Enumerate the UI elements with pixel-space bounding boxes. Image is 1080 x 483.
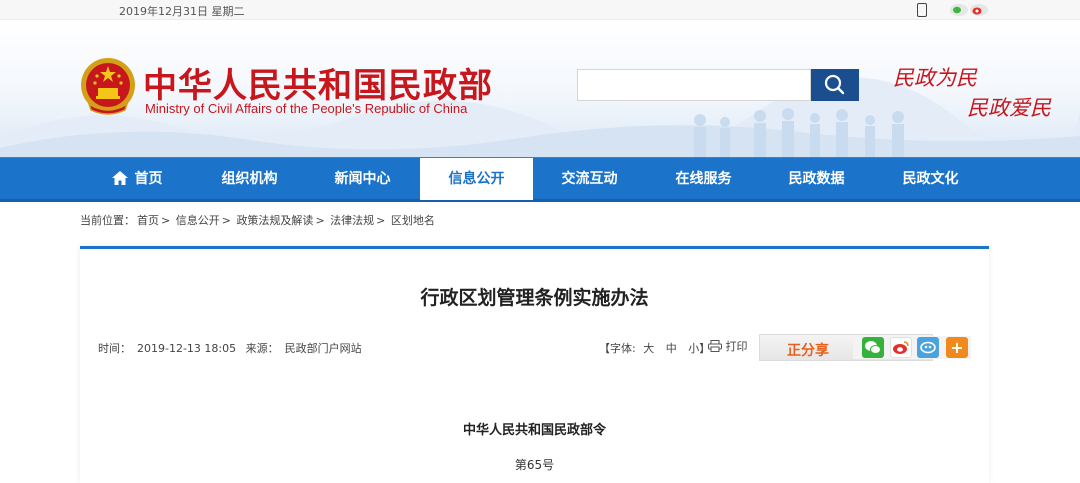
home-icon — [111, 171, 128, 185]
print-button[interactable]: 打印 — [708, 338, 748, 354]
source-label: 来源： — [245, 342, 279, 355]
nav-item-organization[interactable]: 组织机构 — [193, 158, 306, 200]
time-label: 时间： — [98, 342, 131, 355]
slogan-line-2: 民政爱民 — [967, 96, 1051, 120]
nav-item-online-service[interactable]: 在线服务 — [647, 158, 760, 200]
search-input[interactable] — [577, 69, 811, 101]
order-title: 中华人民共和国民政部令 — [462, 423, 606, 438]
slogan-line-1: 民政为民 — [893, 66, 977, 90]
font-size-small[interactable]: 小】 — [688, 342, 710, 355]
breadcrumb-home[interactable]: 首页 — [137, 214, 159, 227]
breadcrumb-policy[interactable]: 政策法规及解读 — [236, 214, 313, 227]
national-emblem-logo[interactable] — [79, 56, 137, 118]
share-icons: + — [853, 336, 971, 359]
weibo-share-icon[interactable] — [890, 337, 912, 358]
nav-item-home[interactable]: 首页 — [80, 158, 193, 200]
mobile-icon[interactable] — [917, 3, 927, 17]
nav-item-interaction[interactable]: 交流互动 — [533, 158, 646, 200]
nav-item-label: 新闻中心 — [334, 171, 391, 187]
breadcrumb-divisions[interactable]: 区划地名 — [391, 214, 435, 227]
main-nav: 首页 组织机构 新闻中心 信息公开 交流互动 在线服务 民政数据 民政文化 — [0, 157, 1080, 202]
publish-time: 2019-12-13 18:05 — [137, 342, 237, 355]
printer-icon — [708, 340, 722, 352]
site-header: 中华人民共和国民政部 Ministry of Civil Affairs of … — [0, 20, 1080, 157]
more-share-icon[interactable]: + — [946, 337, 968, 358]
font-size-label: 【字体: — [599, 342, 636, 355]
breadcrumb: 当前位置： 首页 > 信息公开 > 政策法规及解读 > 法律法规 > 区划地名 — [80, 212, 437, 228]
nav-item-label: 首页 — [134, 171, 163, 187]
nav-item-label: 在线服务 — [675, 171, 732, 187]
font-size-large[interactable]: 大 — [643, 342, 654, 355]
breadcrumb-laws[interactable]: 法律法规 — [330, 214, 374, 227]
breadcrumb-separator: > — [161, 214, 171, 227]
nav-item-label: 组织机构 — [221, 171, 278, 187]
top-bar: 2019年12月31日 星期二 — [0, 0, 1080, 20]
source-name: 民政部门户网站 — [284, 342, 362, 355]
nav-item-label: 民政数据 — [788, 171, 845, 187]
nav-item-culture[interactable]: 民政文化 — [874, 158, 987, 200]
nav-item-label: 信息公开 — [448, 171, 505, 187]
order-number: 第65号 — [514, 458, 555, 472]
article-panel: 行政区划管理条例实施办法 时间： 2019-12-13 18:05 来源： 民政部门… — [80, 246, 989, 483]
search-button[interactable] — [811, 69, 859, 101]
current-date: 2019年12月31日 星期二 — [119, 5, 245, 18]
nav-item-data[interactable]: 民政数据 — [760, 158, 873, 200]
print-label: 打印 — [725, 340, 748, 353]
search-icon — [824, 74, 845, 95]
breadcrumb-separator: > — [221, 214, 231, 227]
breadcrumb-prefix: 当前位置： — [80, 214, 135, 227]
font-size-medium[interactable]: 中 — [666, 342, 677, 355]
share-label: 正分享 — [787, 343, 829, 359]
article-title: 行政区划管理条例实施办法 — [420, 287, 649, 309]
site-title[interactable]: 中华人民共和国民政部 — [143, 58, 493, 107]
qzone-share-icon[interactable] — [917, 337, 939, 358]
article-meta: 时间： 2019-12-13 18:05 来源： 民政部门户网站 — [98, 340, 368, 356]
nav-item-news[interactable]: 新闻中心 — [306, 158, 419, 200]
font-size-control: 【字体: 大 中 小】 — [599, 340, 714, 356]
breadcrumb-separator: > — [376, 214, 386, 227]
site-subtitle: Ministry of Civil Affairs of the People'… — [145, 101, 468, 116]
nav-item-label: 交流互动 — [561, 171, 618, 187]
breadcrumb-info-disclosure[interactable]: 信息公开 — [176, 214, 220, 227]
wechat-weibo-icon[interactable] — [948, 3, 990, 17]
wechat-share-icon[interactable] — [862, 337, 884, 358]
nav-item-info-disclosure[interactable]: 信息公开 — [420, 158, 533, 200]
breadcrumb-separator: > — [315, 214, 325, 227]
nav-item-label: 民政文化 — [902, 171, 959, 187]
